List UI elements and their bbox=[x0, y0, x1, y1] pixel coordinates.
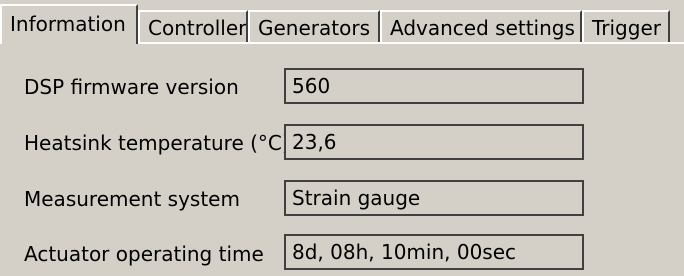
actuator-operating-time-field[interactable]: 8d, 08h, 10min, 00sec bbox=[284, 234, 584, 270]
tab-controller[interactable]: Controller bbox=[138, 10, 248, 44]
measurement-system-field[interactable]: Strain gauge bbox=[284, 180, 584, 216]
measurement-system-value: Strain gauge bbox=[292, 186, 421, 210]
tab-trigger[interactable]: Trigger bbox=[582, 10, 670, 44]
tab-controller-label: Controller bbox=[148, 16, 247, 40]
heatsink-temperature-label: Heatsink temperature (°C) bbox=[24, 131, 290, 155]
heatsink-temperature-field[interactable]: 23,6 bbox=[284, 124, 584, 160]
dsp-firmware-version-value: 560 bbox=[292, 74, 331, 98]
heatsink-temperature-value: 23,6 bbox=[292, 130, 337, 154]
tab-strip: Information Controller Generators Advanc… bbox=[0, 0, 684, 46]
tab-advanced-settings-label: Advanced settings bbox=[390, 16, 575, 40]
actuator-operating-time-value: 8d, 08h, 10min, 00sec bbox=[292, 240, 517, 264]
actuator-operating-time-label: Actuator operating time bbox=[24, 242, 264, 266]
dsp-firmware-version-field[interactable]: 560 bbox=[284, 68, 584, 104]
measurement-system-label: Measurement system bbox=[24, 187, 240, 211]
tab-generators-label: Generators bbox=[258, 16, 370, 40]
active-tab-joint bbox=[2, 41, 136, 45]
tab-advanced-settings[interactable]: Advanced settings bbox=[380, 10, 582, 44]
tab-generators[interactable]: Generators bbox=[248, 10, 380, 44]
tab-information[interactable]: Information bbox=[0, 4, 138, 44]
information-panel: DSP firmware version 560 Heatsink temper… bbox=[0, 42, 684, 276]
tab-trigger-label: Trigger bbox=[592, 16, 661, 40]
tab-information-label: Information bbox=[10, 12, 126, 36]
dsp-firmware-version-label: DSP firmware version bbox=[24, 75, 239, 99]
